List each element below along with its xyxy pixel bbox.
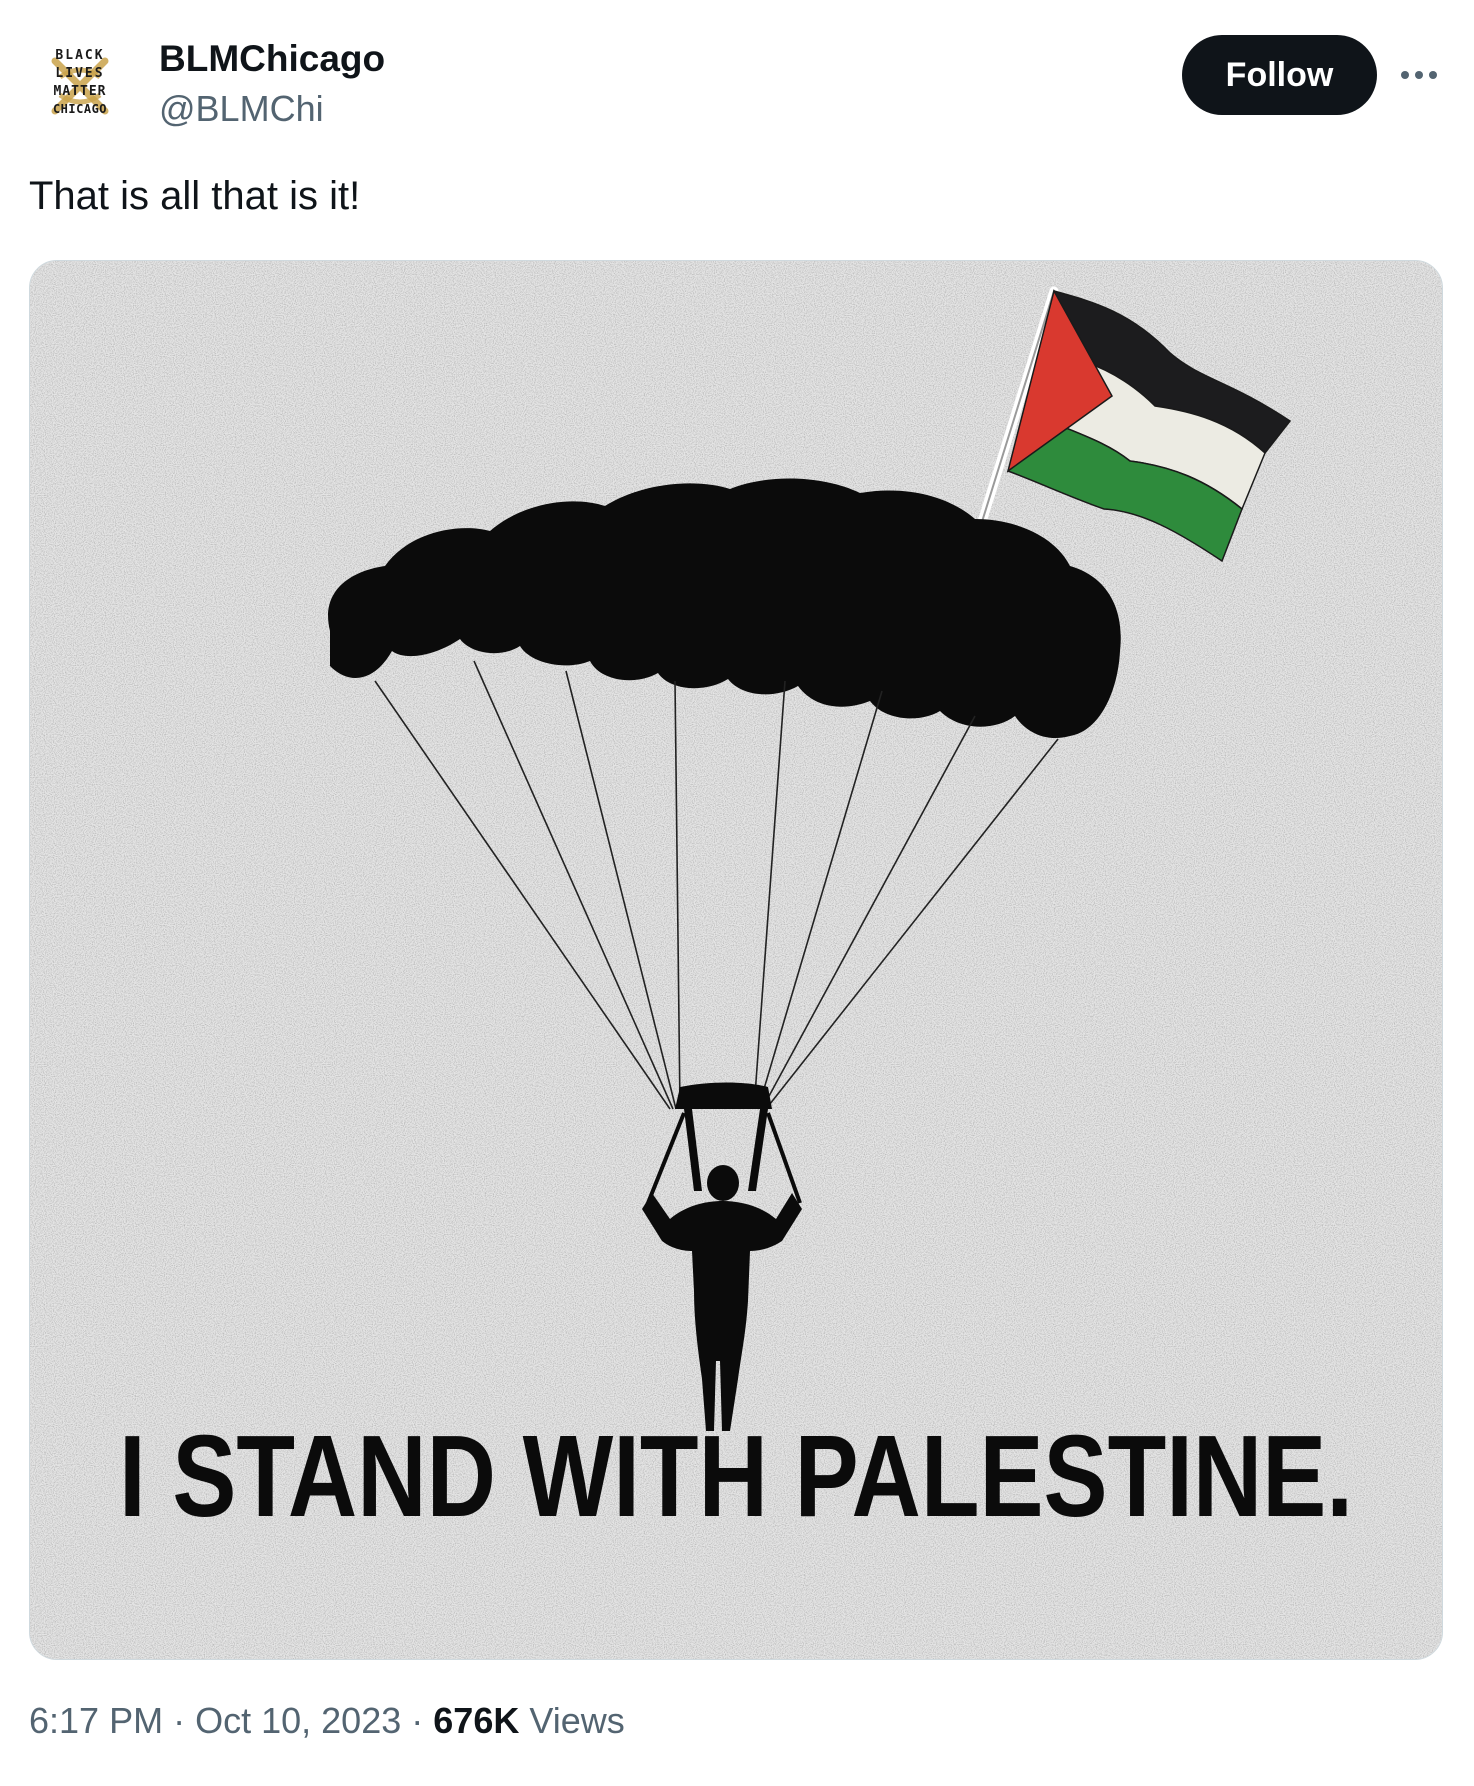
author-avatar[interactable]: BLACK LIVES MATTER CHICAGO (29, 33, 131, 135)
more-options-button[interactable] (1394, 50, 1444, 100)
tweet-metadata: 6:17 PM · Oct 10, 2023 · 676K Views (29, 1700, 625, 1742)
image-caption-text: I STAND WITH PALESTINE. (119, 1411, 1353, 1541)
views-count: 676K (433, 1700, 520, 1741)
author-handle[interactable]: @BLMChi (159, 88, 324, 130)
tweet-image[interactable]: I STAND WITH PALESTINE. (29, 260, 1443, 1660)
tweet-card: BLACK LIVES MATTER CHICAGO BLMChicago @B… (0, 0, 1474, 1786)
harness-bar (675, 1082, 772, 1109)
svg-text:MATTER: MATTER (54, 84, 107, 99)
svg-text:CHICAGO: CHICAGO (53, 102, 107, 116)
svg-text:LIVES: LIVES (55, 66, 104, 81)
tweet-text: That is all that is it! (29, 174, 361, 218)
meta-separator: · (411, 1700, 424, 1741)
tweet-date[interactable]: Oct 10, 2023 (195, 1700, 401, 1741)
blm-chicago-logo: BLACK LIVES MATTER CHICAGO (29, 33, 131, 135)
parachute-illustration: I STAND WITH PALESTINE. (30, 261, 1442, 1659)
svg-text:BLACK: BLACK (55, 48, 104, 63)
meta-separator: · (173, 1700, 186, 1741)
author-name[interactable]: BLMChicago (159, 38, 385, 80)
more-horizontal-icon (1401, 71, 1437, 79)
follow-button[interactable]: Follow (1182, 35, 1377, 115)
views-label: Views (529, 1700, 625, 1741)
tweet-time[interactable]: 6:17 PM (29, 1700, 163, 1741)
